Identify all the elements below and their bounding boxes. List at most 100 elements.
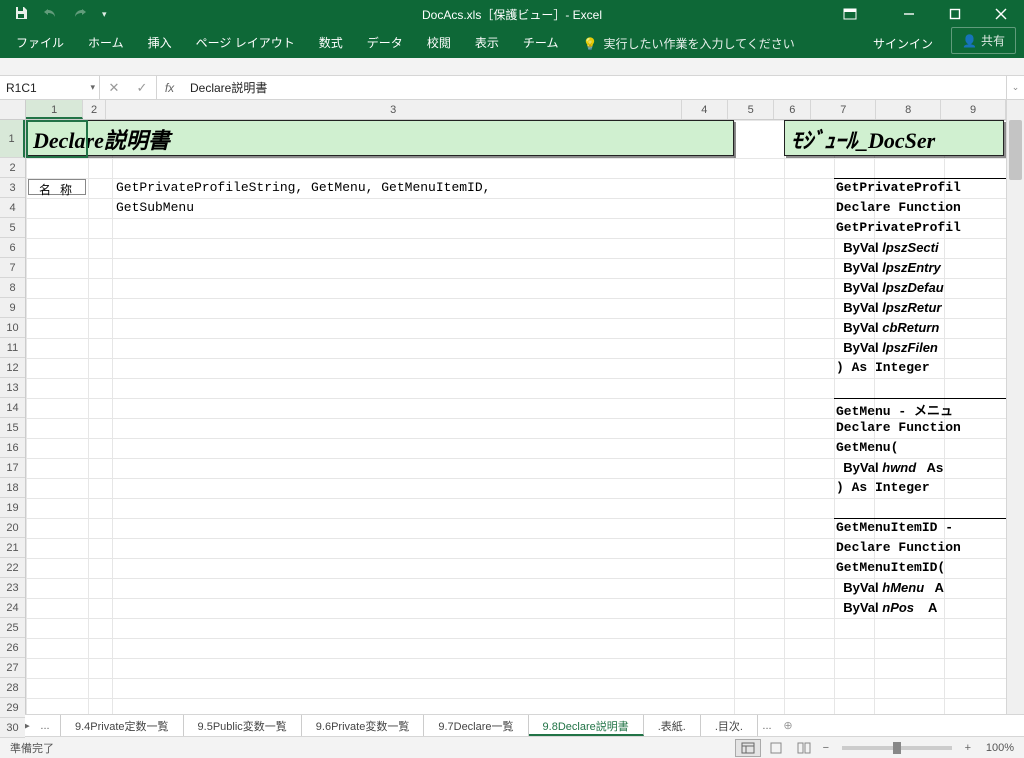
row-header[interactable]: 12 <box>0 358 25 378</box>
qat-customize-icon[interactable]: ▾ <box>102 9 107 20</box>
row-header[interactable]: 23 <box>0 578 25 598</box>
tab-file[interactable]: ファイル <box>4 28 76 58</box>
column-headers[interactable]: 123456789 <box>26 100 1006 120</box>
select-all-corner[interactable] <box>0 100 26 120</box>
column-header[interactable]: 7 <box>811 100 876 119</box>
sheet-tab[interactable]: 9.8Declare説明書 <box>529 715 644 736</box>
zoom-slider-thumb[interactable] <box>893 742 901 754</box>
status-ready: 準備完了 <box>10 740 54 756</box>
row-header[interactable]: 6 <box>0 238 25 258</box>
row-header[interactable]: 5 <box>0 218 25 238</box>
row-header[interactable]: 11 <box>0 338 25 358</box>
row-header[interactable]: 18 <box>0 478 25 498</box>
row-header[interactable]: 29 <box>0 698 25 718</box>
sign-in-link[interactable]: サインイン <box>855 29 951 58</box>
row-header[interactable]: 9 <box>0 298 25 318</box>
tab-formulas[interactable]: 数式 <box>307 28 355 58</box>
zoom-out-button[interactable]: − <box>818 742 834 754</box>
maximize-button[interactable] <box>932 0 978 28</box>
page-layout-view-icon[interactable] <box>763 739 789 757</box>
sheet-tab[interactable]: .目次. <box>701 715 758 736</box>
row-header[interactable]: 19 <box>0 498 25 518</box>
row-header[interactable]: 13 <box>0 378 25 398</box>
row-header[interactable]: 14 <box>0 398 25 418</box>
row-header[interactable]: 15 <box>0 418 25 438</box>
sheet-tab[interactable]: .表紙. <box>644 715 701 736</box>
page-break-view-icon[interactable] <box>791 739 817 757</box>
redo-icon[interactable] <box>72 7 88 22</box>
code-line: ByVal lpszFilen <box>836 340 938 356</box>
sheet-tab[interactable]: 9.7Declare一覧 <box>424 715 528 736</box>
name-box-dropdown-icon[interactable]: ▾ <box>90 82 95 93</box>
code-line: ByVal nPos A <box>836 600 937 616</box>
undo-icon[interactable] <box>42 7 58 22</box>
code-line: ByVal lpszEntry <box>836 260 941 276</box>
tab-insert[interactable]: 挿入 <box>136 28 184 58</box>
tab-overflow-icon[interactable]: ... <box>36 715 54 736</box>
column-header[interactable]: 2 <box>83 100 105 119</box>
tell-me-search[interactable]: 💡 実行したい作業を入力してください <box>570 29 806 58</box>
sheet-tab[interactable]: 9.5Public変数一覧 <box>184 715 302 736</box>
row-header[interactable]: 25 <box>0 618 25 638</box>
share-button[interactable]: 👤 共有 <box>951 27 1016 54</box>
share-icon: 👤 <box>962 34 977 48</box>
column-header[interactable]: 4 <box>682 100 728 119</box>
row-header[interactable]: 24 <box>0 598 25 618</box>
row-header[interactable]: 3 <box>0 178 25 198</box>
row-header[interactable]: 22 <box>0 558 25 578</box>
column-header[interactable]: 8 <box>876 100 941 119</box>
row-header[interactable]: 28 <box>0 678 25 698</box>
fx-icon[interactable]: fx <box>156 76 182 99</box>
new-sheet-button[interactable]: ⊕ <box>776 715 800 736</box>
row-header[interactable]: 1 <box>0 120 25 158</box>
column-header[interactable]: 6 <box>774 100 811 119</box>
column-header[interactable]: 9 <box>941 100 1006 119</box>
close-button[interactable] <box>978 0 1024 28</box>
sheet-body[interactable]: Declare説明書ﾓｼﾞｭｰﾙ_DocSer名 称GetPrivateProf… <box>26 120 1006 714</box>
column-header[interactable]: 3 <box>106 100 682 119</box>
tab-review[interactable]: 校閲 <box>415 28 463 58</box>
sheet-tab[interactable]: 9.6Private変数一覧 <box>302 715 425 736</box>
code-line: GetMenu( <box>836 440 898 455</box>
row-header[interactable]: 17 <box>0 458 25 478</box>
row-header[interactable]: 27 <box>0 658 25 678</box>
worksheet-grid[interactable]: 123456789 123456789101112131415161718192… <box>0 100 1024 714</box>
tab-data[interactable]: データ <box>355 28 415 58</box>
ribbon-display-icon[interactable] <box>834 0 866 28</box>
vertical-scrollbar[interactable] <box>1006 100 1024 714</box>
scrollbar-thumb[interactable] <box>1009 120 1022 180</box>
row-header[interactable]: 2 <box>0 158 25 178</box>
save-icon[interactable] <box>14 6 28 23</box>
zoom-level[interactable]: 100% <box>986 742 1014 754</box>
row-header[interactable]: 30 <box>0 718 25 738</box>
tab-page-layout[interactable]: ページ レイアウト <box>184 28 307 58</box>
row-header[interactable]: 26 <box>0 638 25 658</box>
code-line: ByVal lpszRetur <box>836 300 941 316</box>
row-headers[interactable]: 1234567891011121314151617181920212223242… <box>0 120 26 714</box>
tab-overflow-right-icon[interactable]: ... <box>758 715 776 736</box>
column-header[interactable]: 5 <box>728 100 774 119</box>
expand-formula-bar-icon[interactable]: ⌄ <box>1006 76 1024 99</box>
name-box[interactable]: R1C1 ▾ <box>0 76 100 99</box>
zoom-slider[interactable] <box>842 746 952 750</box>
tab-home[interactable]: ホーム <box>76 28 136 58</box>
minimize-button[interactable] <box>886 0 932 28</box>
row-header[interactable]: 21 <box>0 538 25 558</box>
column-header[interactable]: 1 <box>26 100 83 119</box>
formula-input[interactable]: Declare説明書 <box>182 76 1006 99</box>
row-header[interactable]: 4 <box>0 198 25 218</box>
row-header[interactable]: 20 <box>0 518 25 538</box>
formula-bar: R1C1 ▾ ✕ ✓ fx Declare説明書 ⌄ <box>0 76 1024 100</box>
row-header[interactable]: 7 <box>0 258 25 278</box>
sheet-tab[interactable]: 9.4Private定数一覧 <box>60 715 184 736</box>
cancel-formula-icon[interactable]: ✕ <box>100 80 128 96</box>
ribbon-collapsed-strip <box>0 58 1024 76</box>
enter-formula-icon[interactable]: ✓ <box>128 80 156 96</box>
normal-view-icon[interactable] <box>735 739 761 757</box>
row-header[interactable]: 16 <box>0 438 25 458</box>
tab-view[interactable]: 表示 <box>463 28 511 58</box>
row-header[interactable]: 8 <box>0 278 25 298</box>
zoom-in-button[interactable]: + <box>960 742 976 754</box>
tab-team[interactable]: チーム <box>511 28 571 58</box>
row-header[interactable]: 10 <box>0 318 25 338</box>
